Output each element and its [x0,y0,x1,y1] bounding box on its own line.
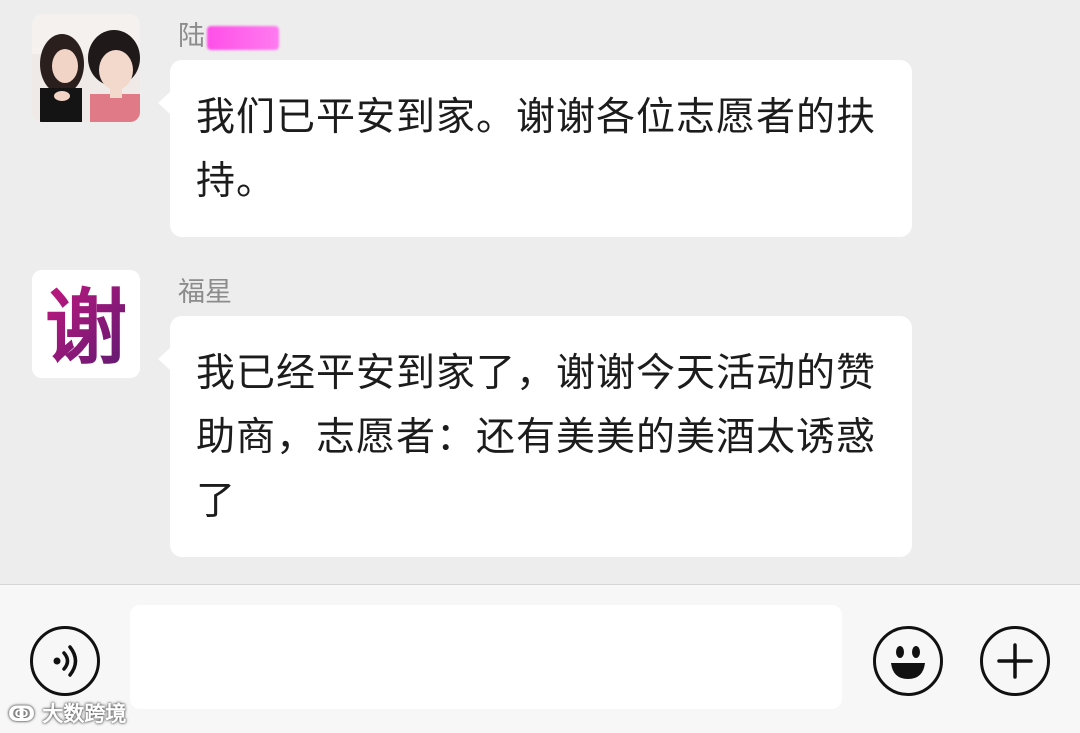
calligraphy-xie-avatar-icon: 谢 [32,270,140,378]
emoji-button[interactable] [873,626,943,696]
redacted-name [207,25,279,50]
avatar[interactable] [32,14,140,122]
input-bar [0,584,1080,733]
message-text: 我们已平安到家。谢谢各位志愿者的扶持。 [196,95,877,204]
sender-name: 福星 [178,277,232,308]
avatar[interactable]: 谢 [32,270,140,378]
message-bubble[interactable]: 我已经平安到家了，谢谢今天活动的赞助商，志愿者：还有美美的美酒太诱惑了 [158,316,912,557]
message-input[interactable] [130,605,842,709]
watermark-logo-icon: ↂ [8,702,43,726]
message-text: 我已经平安到家了，谢谢今天活动的赞助商，志愿者：还有美美的美酒太诱惑了 [196,351,877,524]
add-button[interactable] [980,626,1050,696]
voice-icon [53,645,78,677]
voice-button[interactable] [30,626,100,696]
emoji-icon [891,646,925,679]
sender-name: 陆 [178,20,279,54]
avatar-char: 谢 [45,281,127,376]
photo-avatar-two-women-icon [32,14,140,122]
message-bubble[interactable]: 我们已平安到家。谢谢各位志愿者的扶持。 [158,60,912,237]
chat-area: 陆 我们已平安到家。谢谢各位志愿者的扶持。 谢 福星 我已经平安到家了，谢谢今天… [0,0,1080,584]
watermark: ↂ 大数跨境 [8,702,127,726]
plus-icon [997,643,1033,679]
